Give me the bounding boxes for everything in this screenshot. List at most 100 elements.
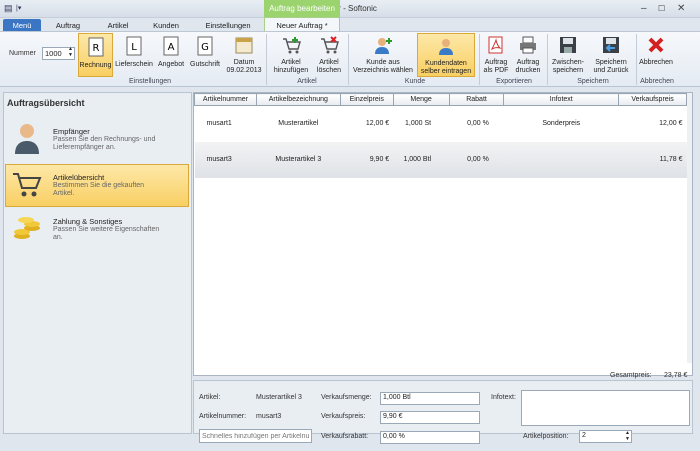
user-add-icon <box>375 38 392 54</box>
printer-icon <box>520 36 536 54</box>
table-cell: Sonderpreis <box>542 120 581 128</box>
gutschrift-button[interactable]: G Gutschrift <box>188 36 222 69</box>
tab-kunden[interactable]: Kunden <box>150 18 182 32</box>
verkaufspreis-input[interactable]: 9,90 € <box>380 411 480 424</box>
table-cell: Musterartikel <box>278 120 319 128</box>
group-label-abbrechen: Abbrechen <box>640 78 674 85</box>
artikelnummer-value: musart3 <box>256 413 282 420</box>
window-title: Biller - Softonic <box>323 4 377 13</box>
lieferschein-button[interactable]: L Lieferschein <box>115 36 153 69</box>
verkaufsmenge-input[interactable]: 1,000 Btl <box>380 392 480 405</box>
column-header[interactable]: Infotext <box>503 93 620 106</box>
tab-neuer-auftrag[interactable]: Neuer Auftrag * <box>264 17 340 32</box>
tab-auftrag[interactable]: Auftrag <box>52 18 84 32</box>
verkaufsrabatt-input[interactable]: 0,00 % <box>380 431 480 444</box>
lieferschein-label: Lieferschein <box>115 61 153 68</box>
group-label-artikel: Artikel <box>297 78 317 85</box>
column-header[interactable]: Verkaufspreis <box>618 93 687 106</box>
separator <box>547 34 548 85</box>
rechnung-label: Rechnung <box>79 62 112 69</box>
sidebar-item-zahlung[interactable]: Zahlung & Sonstiges Passen Sie weitere E… <box>6 210 189 253</box>
auftrag-drucken-label-1: Auftrag <box>516 59 540 66</box>
minimize-icon[interactable]: – <box>641 3 647 14</box>
context-tab-header: Auftrag bearbeiten <box>264 0 340 18</box>
speichern-zurueck-button[interactable]: Speichern und Zurück <box>589 36 633 75</box>
artikel-hinzufuegen-button[interactable]: Artikel hinzufügen <box>270 36 312 75</box>
kundendaten-eintragen-button[interactable]: Kundendaten selber eintragen <box>417 33 475 77</box>
sidebar-title: Auftragsübersicht <box>7 98 85 108</box>
calendar-icon <box>235 37 253 54</box>
table-row[interactable]: musart1 Musterartikel 12,00 € 1,000 St 0… <box>194 105 687 142</box>
lieferschein-icon: L <box>126 36 142 56</box>
tab-einstellungen[interactable]: Einstellungen <box>203 18 253 32</box>
column-header[interactable]: Artikelnummer <box>194 93 257 106</box>
sidebar-item-desc: an. <box>53 234 63 241</box>
datum-button[interactable]: Datum 09.02.2013 <box>224 36 264 75</box>
table-cell: 0,00 % <box>467 120 489 128</box>
zwischenspeichern-button[interactable]: Zwischen- speichern <box>550 36 586 75</box>
artikel-value: Musterartikel 3 <box>256 394 302 401</box>
table-cell: Musterartikel 3 <box>275 156 322 163</box>
group-label-einstellungen: Einstellungen <box>128 78 172 85</box>
user-edit-icon <box>439 39 453 55</box>
gesamtpreis-value: 23,78 € <box>664 372 688 379</box>
abbrechen-button[interactable]: Abbrechen <box>638 36 674 67</box>
nummer-spinner-icon[interactable]: ▲ ▼ <box>68 46 73 58</box>
artikel-label: Artikel: <box>199 394 221 401</box>
rechnung-icon: R <box>88 37 103 57</box>
svg-text:A: A <box>168 42 175 53</box>
table-cell: 1,000 Btl <box>403 156 432 163</box>
gutschrift-icon: G <box>197 36 213 56</box>
svg-text:R: R <box>92 43 99 54</box>
angebot-label: Angebot <box>157 61 185 68</box>
article-table: Artikelnummer Artikelbezeichnung Einzelp… <box>194 93 687 178</box>
cart-icon <box>13 173 42 197</box>
gutschrift-label: Gutschrift <box>190 61 220 68</box>
save-back-icon <box>603 37 619 53</box>
column-header[interactable]: Einzelpreis <box>339 93 394 106</box>
artikelposition-spinner-icon[interactable]: ▲ ▼ <box>625 430 630 442</box>
quick-add-input[interactable] <box>199 429 312 443</box>
sidebar-item-empfaenger[interactable]: Empfänger Passen Sie den Rechnungs- und … <box>6 120 189 163</box>
auftrag-pdf-label-2: als PDF <box>483 67 509 74</box>
sidebar-item-desc: Passen Sie weitere Eigenschaften <box>53 226 160 233</box>
table-scrollbar[interactable] <box>687 93 692 363</box>
auftrag-drucken-button[interactable]: Auftrag drucken <box>513 36 543 75</box>
verkaufspreis-label: Verkaufspreis: <box>321 413 366 420</box>
infotext-input[interactable] <box>521 390 690 426</box>
table-cell <box>504 142 619 178</box>
artikel-loeschen-label-1: Artikel <box>319 59 339 66</box>
sidebar-item-artikeluebersicht[interactable]: Artikelübersicht Bestimmen Sie die gekau… <box>5 164 189 207</box>
tab-menu[interactable]: Menü <box>3 19 41 31</box>
tab-artikel[interactable]: Artikel <box>103 18 133 32</box>
sidebar-item-title: Zahlung & Sonstiges <box>53 217 123 226</box>
group-label-kunde: Kunde <box>404 78 426 85</box>
separator <box>266 34 267 85</box>
artikel-loeschen-button[interactable]: Artikel löschen <box>313 36 345 75</box>
cart-add-icon <box>283 37 301 54</box>
artikel-hinzufuegen-label-2: hinzufügen <box>273 67 309 74</box>
gesamtpreis-label: Gesamtpreis: <box>610 372 652 379</box>
angebot-button[interactable]: A Angebot <box>155 36 187 69</box>
auftrag-pdf-label-1: Auftrag <box>484 59 508 66</box>
user-icon <box>15 124 39 154</box>
artikel-loeschen-label-2: löschen <box>316 67 342 74</box>
separator <box>348 34 349 85</box>
table-header-row: Artikelnummer Artikelbezeichnung Einzelp… <box>194 93 687 106</box>
table-cell: musart1 <box>206 120 232 128</box>
table-cell: 11,78 € <box>659 156 683 163</box>
auftrag-pdf-button[interactable]: Auftrag als PDF <box>481 36 511 75</box>
auftrag-drucken-label-2: drucken <box>515 67 541 74</box>
maximize-icon[interactable]: ☐ <box>658 4 665 13</box>
kunde-aus-verzeichnis-button[interactable]: Kunde aus Verzeichnis wählen <box>351 36 415 75</box>
column-header[interactable]: Artikelbezeichnung <box>255 93 341 106</box>
datum-label: Datum <box>233 59 255 66</box>
column-header[interactable]: Menge <box>392 93 450 106</box>
column-header[interactable]: Rabatt <box>448 93 505 106</box>
group-label-speichern: Speichern <box>577 78 609 85</box>
kunde-aus-label-1: Kunde aus <box>366 59 400 66</box>
close-icon[interactable]: ✕ <box>677 3 685 14</box>
rechnung-button[interactable]: R Rechnung <box>78 33 113 77</box>
abbrechen-label: Abbrechen <box>639 59 673 66</box>
table-row-selected[interactable]: musart3 Musterartikel 3 9,90 € 1,000 Btl… <box>194 141 687 178</box>
